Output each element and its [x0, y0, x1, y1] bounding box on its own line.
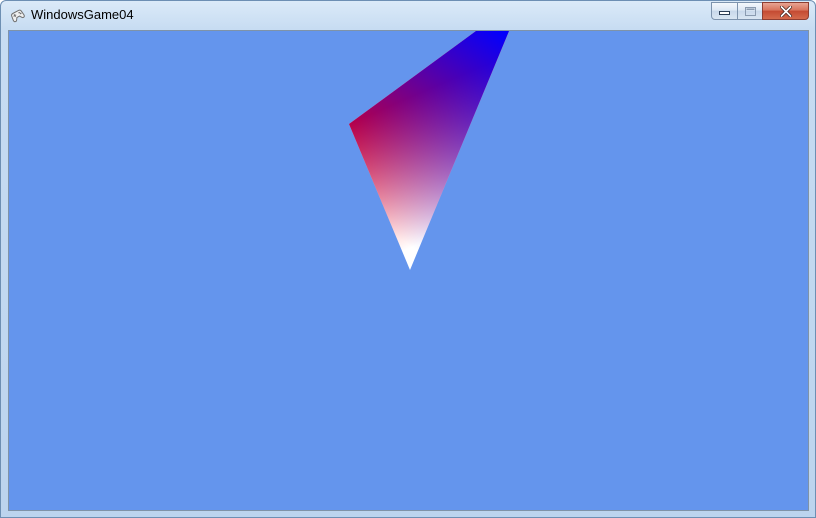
close-icon [779, 5, 792, 17]
title-bar[interactable]: WindowsGame04 [1, 1, 815, 29]
game-window: WindowsGame04 [0, 0, 816, 518]
window-controls [711, 2, 809, 21]
minimize-icon [719, 7, 730, 15]
maximize-icon [744, 6, 756, 16]
gamepad-icon [9, 7, 26, 24]
minimize-button[interactable] [711, 2, 738, 20]
maximize-button[interactable] [737, 2, 763, 20]
game-viewport[interactable] [8, 30, 809, 511]
gradient-triangle [349, 31, 509, 270]
close-button[interactable] [762, 2, 809, 20]
rendered-scene [349, 31, 509, 270]
window-title: WindowsGame04 [31, 7, 134, 22]
